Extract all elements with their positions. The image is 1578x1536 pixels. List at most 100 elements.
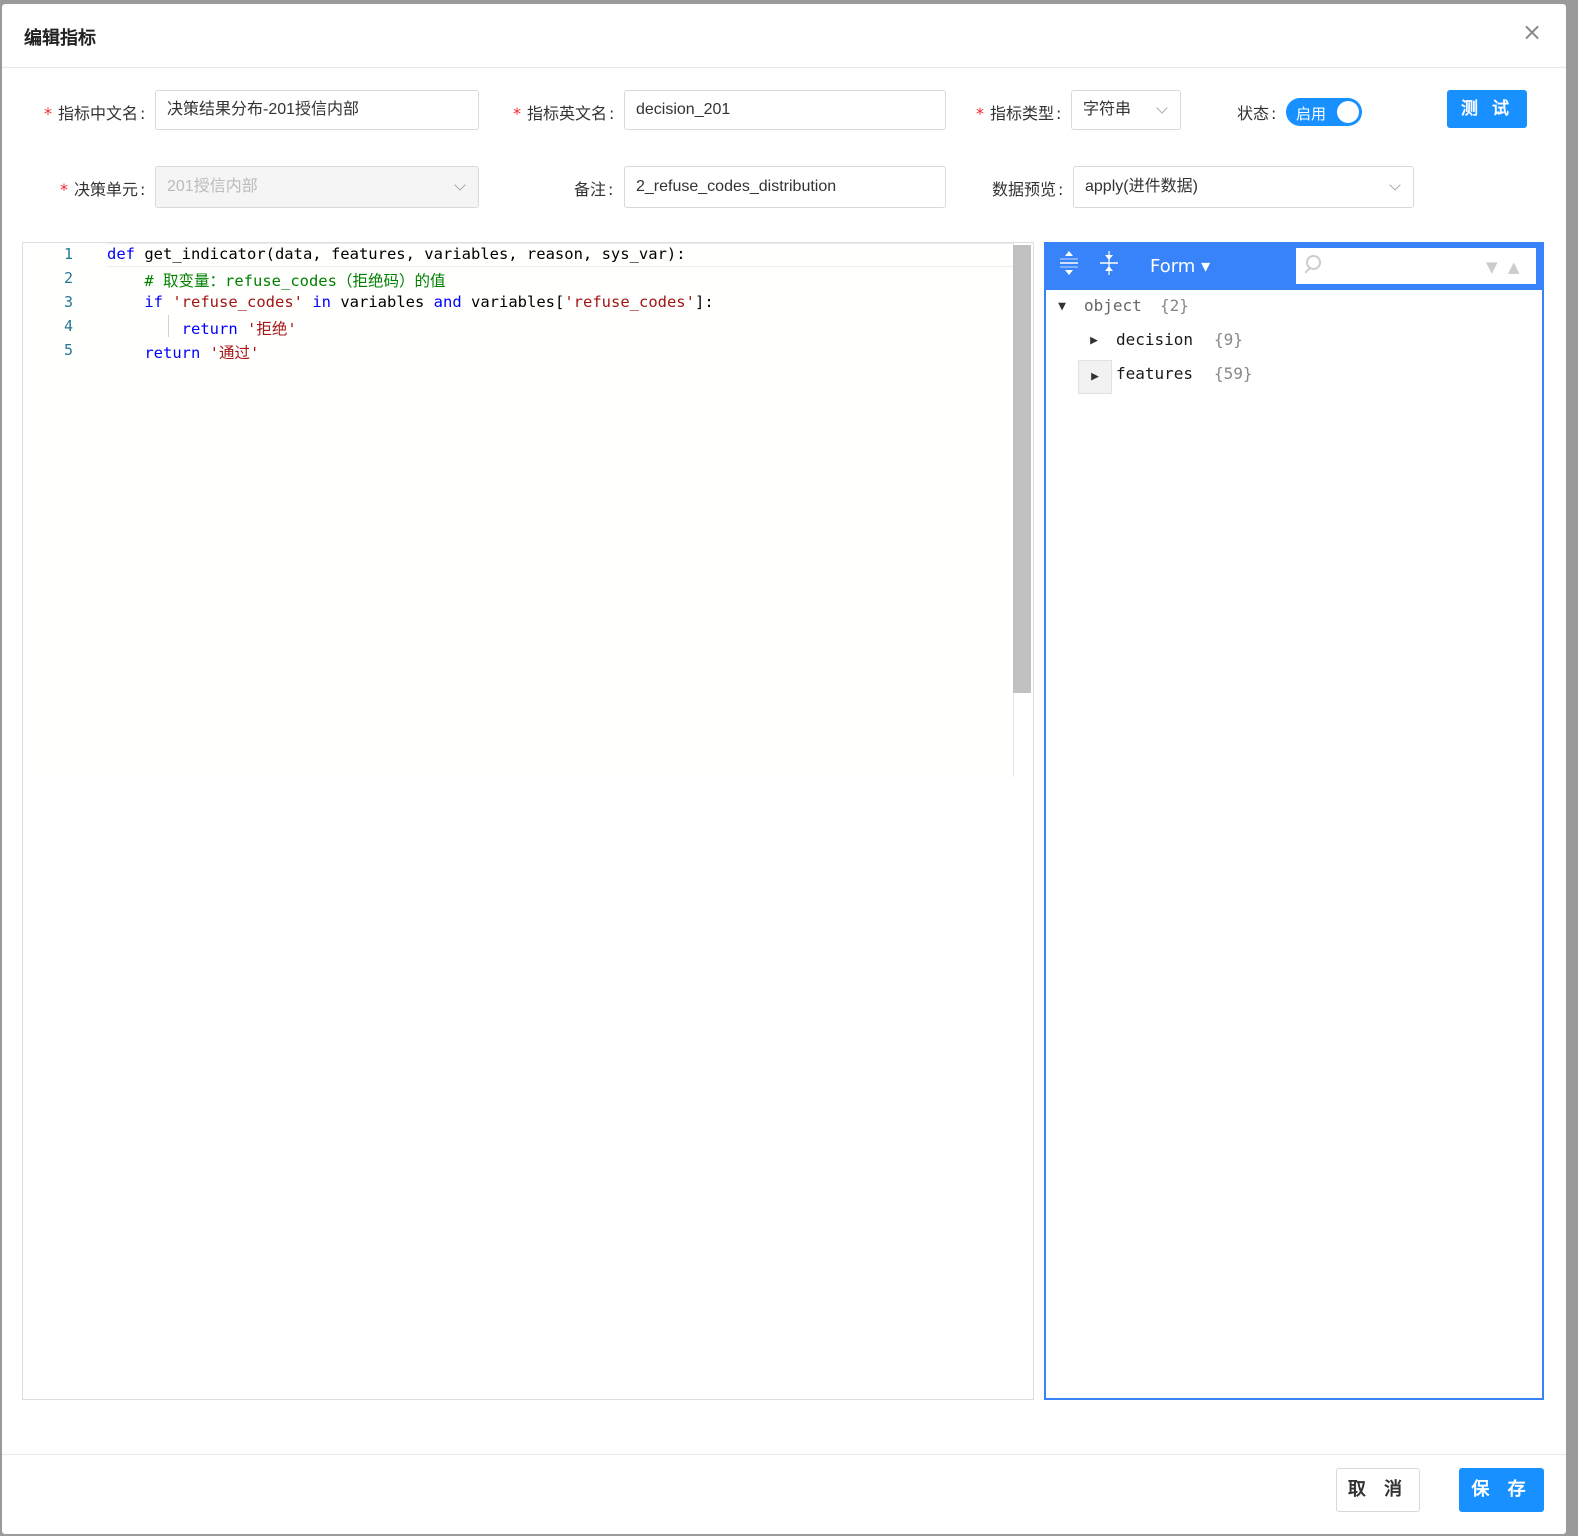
line-number: 2 <box>63 269 73 287</box>
tree-key: decision <box>1116 330 1194 349</box>
search-prev-icon[interactable]: ▲ <box>1508 258 1520 276</box>
search-next-icon[interactable]: ▼ <box>1486 258 1498 276</box>
line-number: 1 <box>63 245 73 263</box>
close-icon[interactable]: × <box>1520 20 1544 44</box>
label-colon: : <box>1271 104 1277 123</box>
tree-key: features <box>1116 364 1194 383</box>
label-colon: : <box>1058 180 1064 199</box>
en-name-input[interactable]: decision_201 <box>624 90 946 130</box>
label-colon: : <box>140 180 146 199</box>
label-colon: : <box>608 180 614 199</box>
code-token: ]: <box>694 293 714 311</box>
mode-switch-button[interactable]: Form ▾ <box>1150 256 1210 277</box>
dialog-header: 编辑指标 × <box>2 4 1566 68</box>
json-viewer: Form ▾ ▼ ▲ ▼ object {2} ▶ decision {9} ▶… <box>1044 242 1544 1400</box>
line-number: 4 <box>63 317 73 335</box>
label-colon: : <box>140 104 146 123</box>
chevron-down-icon <box>1156 102 1168 114</box>
chevron-down-icon <box>1389 179 1401 191</box>
cn-name-label-text: 指标中文名 <box>58 104 139 123</box>
code-token: return <box>144 344 201 362</box>
line-number: 5 <box>63 341 73 359</box>
required-mark: * <box>513 104 521 123</box>
tree-root-row[interactable]: ▼ object {2} <box>1046 292 1542 322</box>
tree-row-decision[interactable]: ▶ decision {9} <box>1046 326 1542 356</box>
collapse-all-icon[interactable] <box>1092 250 1126 284</box>
tree-root-key: object <box>1084 296 1142 315</box>
search-icon-handle <box>1304 266 1312 274</box>
cn-name-input[interactable]: 决策结果分布-201授信内部 <box>155 90 479 130</box>
en-name-label: * 指标英文名: <box>513 100 614 124</box>
preview-select[interactable]: apply(进件数据) <box>1073 166 1414 208</box>
preview-label: 数据预览: <box>992 176 1063 200</box>
code-token: return <box>181 320 238 338</box>
code-token: in <box>312 293 332 311</box>
tree-count: {59} <box>1214 364 1253 383</box>
tree-count: {9} <box>1214 330 1243 349</box>
test-button[interactable]: 测 试 <box>1447 90 1527 128</box>
unit-label: * 决策单元: <box>60 176 145 200</box>
code-token: and <box>433 293 462 311</box>
code-token: get_indicator(data, features, variables,… <box>135 245 686 263</box>
status-toggle-label: 启用 <box>1296 105 1327 123</box>
cancel-button[interactable]: 取 消 <box>1336 1468 1420 1512</box>
json-search-box[interactable]: ▼ ▲ <box>1296 248 1536 284</box>
edit-indicator-dialog: 编辑指标 × * 指标中文名: 决策结果分布-201授信内部 * 指标英文名: de… <box>2 4 1566 1534</box>
type-select-value: 字符串 <box>1083 101 1132 118</box>
expand-all-icon[interactable] <box>1052 250 1086 284</box>
required-mark: * <box>44 104 52 123</box>
preview-select-value: apply(进件数据) <box>1085 178 1198 195</box>
code-token: 'refuse_codes' <box>564 293 695 311</box>
code-line[interactable]: return '通过' <box>107 341 259 363</box>
tree-root-count: {2} <box>1160 296 1189 315</box>
type-label-text: 指标类型 <box>990 104 1055 123</box>
unit-label-text: 决策单元 <box>74 180 139 199</box>
remark-label-text: 备注 <box>574 180 607 199</box>
footer-divider <box>2 1454 1566 1455</box>
type-select[interactable]: 字符串 <box>1071 90 1181 130</box>
label-colon: : <box>609 104 615 123</box>
preview-label-text: 数据预览 <box>992 180 1057 199</box>
save-button[interactable]: 保 存 <box>1459 1468 1544 1512</box>
code-line[interactable]: def get_indicator(data, features, variab… <box>107 245 686 263</box>
status-toggle[interactable]: 启用 <box>1286 98 1362 126</box>
chevron-down-icon <box>454 179 466 191</box>
caret-right-icon[interactable]: ▶ <box>1078 360 1112 394</box>
code-token: 'refuse_codes' <box>172 293 303 311</box>
required-mark: * <box>60 180 68 199</box>
label-colon: : <box>1056 104 1062 123</box>
tree-row-features[interactable]: ▶ features {59} <box>1046 360 1542 394</box>
caret-down-icon[interactable]: ▼ <box>1048 292 1076 322</box>
status-label-text: 状态 <box>1237 104 1270 123</box>
remark-input[interactable]: 2_refuse_codes_distribution <box>624 166 946 208</box>
code-token: # 取变量：refuse_codes（拒绝码）的值 <box>107 272 446 290</box>
status-label: 状态: <box>1237 100 1276 124</box>
en-name-label-text: 指标英文名 <box>527 104 608 123</box>
code-token: def <box>107 245 135 263</box>
required-mark: * <box>976 104 984 123</box>
toggle-knob <box>1337 101 1359 123</box>
line-number-gutter: 1 2 3 4 5 <box>23 243 105 777</box>
code-line[interactable]: return '拒绝' <box>107 317 297 339</box>
code-editor[interactable]: 1 2 3 4 5 def get_indicator(data, features, … <box>22 242 1034 1400</box>
editor-scrollbar-thumb[interactable] <box>1013 245 1031 693</box>
cn-name-label: * 指标中文名: <box>44 100 145 124</box>
code-line[interactable]: if 'refuse_codes' in variables and varia… <box>107 293 714 311</box>
dialog-title: 编辑指标 <box>24 28 96 49</box>
caret-right-icon[interactable]: ▶ <box>1080 326 1108 356</box>
unit-select-value: 201授信内部 <box>167 178 258 195</box>
type-label: * 指标类型: <box>976 100 1061 124</box>
editor-viewport[interactable]: 1 2 3 4 5 def get_indicator(data, features, … <box>23 243 1031 777</box>
code-line[interactable]: # 取变量：refuse_codes（拒绝码）的值 <box>107 269 445 291</box>
line-number: 3 <box>63 293 73 311</box>
remark-label: 备注: <box>574 176 613 200</box>
code-token: '通过' <box>209 344 260 362</box>
json-viewer-menu: Form ▾ ▼ ▲ <box>1046 244 1542 290</box>
code-token: '拒绝' <box>247 320 297 338</box>
